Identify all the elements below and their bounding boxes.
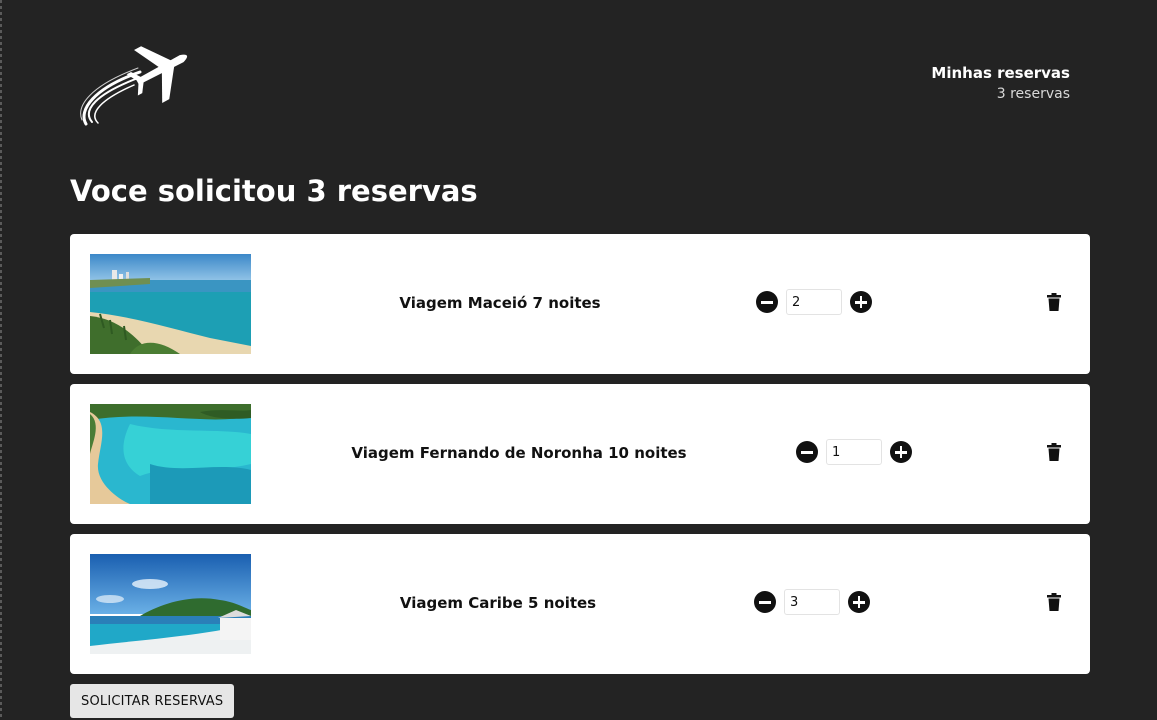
page-header: Minhas reservas 3 reservas <box>70 36 1070 132</box>
quantity-input[interactable] <box>784 589 840 615</box>
my-reservations-label[interactable]: Minhas reservas <box>931 64 1070 82</box>
trash-icon[interactable] <box>1047 593 1061 611</box>
quantity-input[interactable] <box>826 439 882 465</box>
plus-circle-icon[interactable] <box>890 441 912 463</box>
reservation-card: Viagem Caribe 5 noites <box>70 534 1090 674</box>
reservation-card: Viagem Fernando de Noronha 10 noites <box>70 384 1090 524</box>
reservations-count: 3 reservas <box>996 86 1070 102</box>
window-edge <box>0 0 2 720</box>
trash-icon[interactable] <box>1047 293 1061 311</box>
quantity-stepper <box>754 589 870 615</box>
quantity-input[interactable] <box>786 289 842 315</box>
quantity-stepper <box>796 439 912 465</box>
maceio-beach-photo <box>90 254 251 354</box>
trip-name: Viagem Caribe 5 noites <box>399 594 597 612</box>
noronha-bay-photo <box>90 404 251 504</box>
quantity-stepper <box>756 289 872 315</box>
minus-circle-icon[interactable] <box>756 291 778 313</box>
plus-circle-icon[interactable] <box>848 591 870 613</box>
trip-name: Viagem Maceió 7 noites <box>399 294 601 312</box>
reservation-card: Viagem Maceió 7 noites <box>70 234 1090 374</box>
trash-icon[interactable] <box>1047 443 1061 461</box>
minus-circle-icon[interactable] <box>754 591 776 613</box>
page-title: Voce solicitou 3 reservas <box>70 174 478 208</box>
my-reservations-link[interactable]: Minhas reservas 3 reservas <box>931 64 1070 102</box>
trip-name: Viagem Fernando de Noronha 10 noites <box>351 444 687 462</box>
submit-reservations-button[interactable]: SOLICITAR RESERVAS <box>70 684 235 718</box>
minus-circle-icon[interactable] <box>796 441 818 463</box>
caribbean-beach-photo <box>90 554 251 654</box>
airplane-logo-icon[interactable] <box>78 36 194 128</box>
plus-circle-icon[interactable] <box>850 291 872 313</box>
